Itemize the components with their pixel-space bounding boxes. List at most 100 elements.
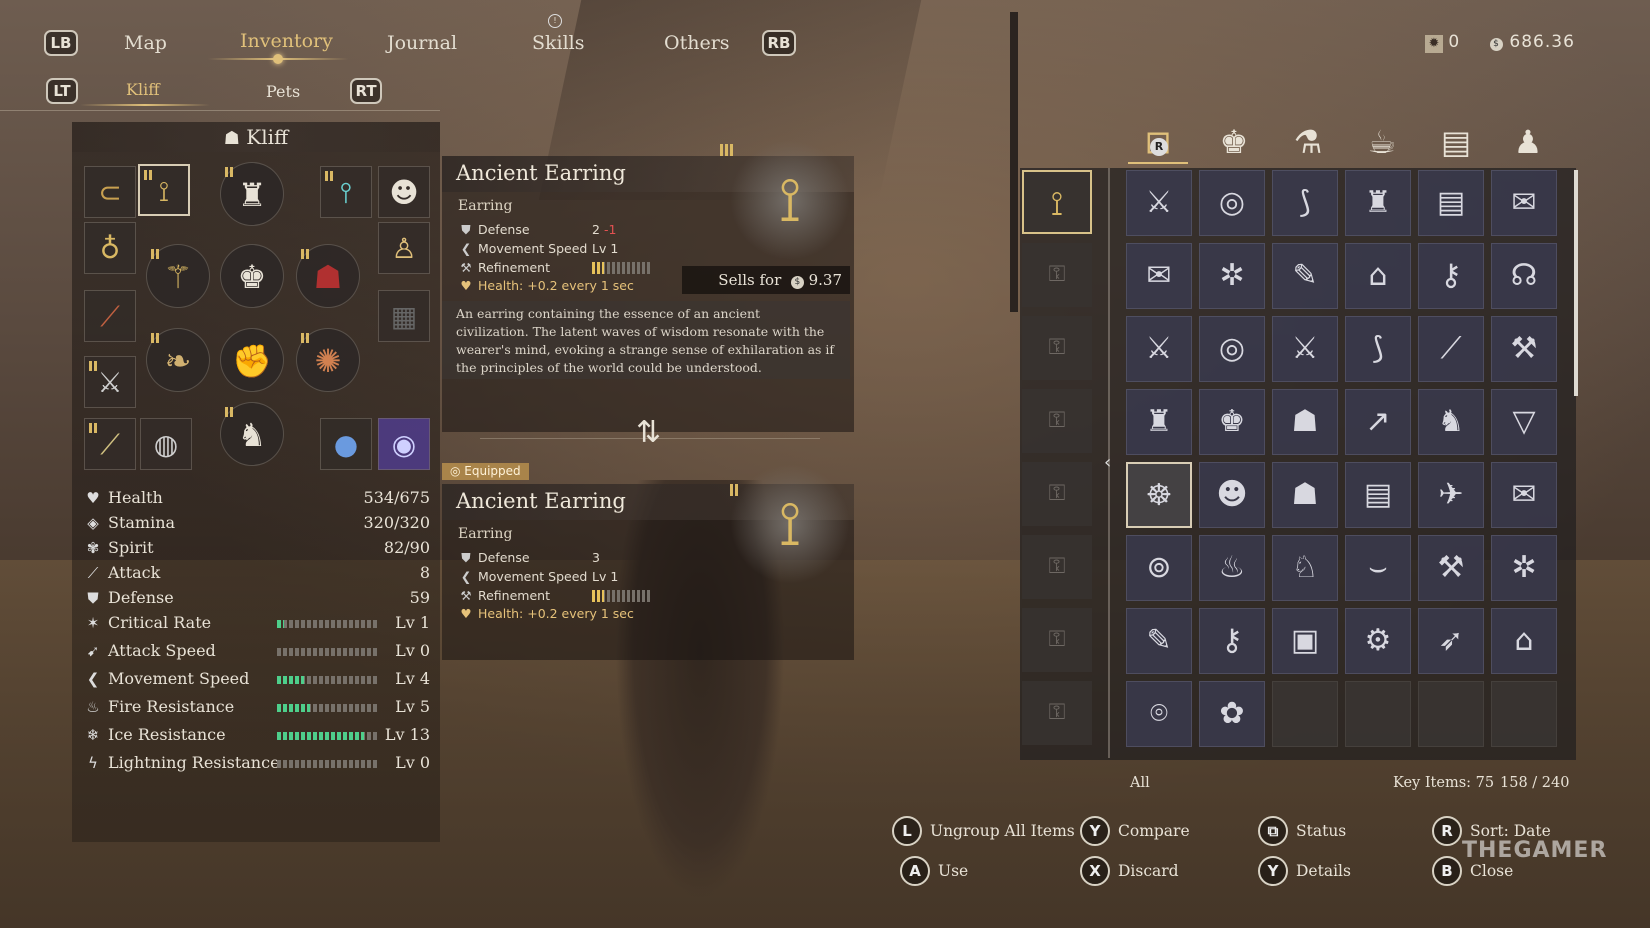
- slot-boots[interactable]: ♞: [220, 402, 284, 466]
- slot-weapon-flail[interactable]: ⚚: [146, 244, 210, 308]
- inventory-item-slot[interactable]: ☊: [1491, 243, 1557, 309]
- inventory-item-slot[interactable]: ⚙: [1345, 608, 1411, 674]
- quick-slot-earring[interactable]: ⟟: [1022, 170, 1092, 234]
- inventory-item-slot[interactable]: ✲: [1199, 243, 1265, 309]
- inventory-item-slot[interactable]: ☗: [1272, 389, 1338, 455]
- slot-bracelet[interactable]: ◉: [378, 418, 430, 470]
- inventory-item-slot[interactable]: ➶: [1418, 608, 1484, 674]
- slot-circlet[interactable]: ⊂: [84, 166, 136, 218]
- slot-helmet[interactable]: ♜: [220, 162, 284, 226]
- slot-earring-2[interactable]: ⫯: [320, 166, 372, 218]
- inventory-item-slot[interactable]: ✎: [1126, 608, 1192, 674]
- inventory-item-slot[interactable]: ⟆: [1345, 316, 1411, 382]
- rb-button[interactable]: RB: [762, 30, 796, 56]
- inventory-item-slot[interactable]: ✲: [1491, 535, 1557, 601]
- inventory-item-slot[interactable]: ✎: [1272, 243, 1338, 309]
- tab-others[interactable]: Others: [664, 32, 730, 54]
- inventory-item-slot[interactable]: ◎: [1199, 316, 1265, 382]
- inventory-item-slot[interactable]: ♜: [1345, 170, 1411, 236]
- slot-orb[interactable]: ●: [320, 418, 372, 470]
- inventory-item-slot[interactable]: ✉: [1491, 462, 1557, 528]
- inventory-item-slot[interactable]: ♨: [1199, 535, 1265, 601]
- prompt-status[interactable]: Status: [1296, 822, 1346, 840]
- inventory-item-slot[interactable]: ⟋: [1418, 316, 1484, 382]
- empty-inventory-slot[interactable]: [1345, 681, 1411, 747]
- inventory-item-slot[interactable]: ⚔: [1126, 170, 1192, 236]
- prompt-compare[interactable]: Compare: [1118, 822, 1190, 840]
- tab-map[interactable]: Map: [124, 32, 167, 54]
- slot-lantern[interactable]: ♙: [378, 222, 430, 274]
- inventory-item-slot[interactable]: ☻: [1199, 462, 1265, 528]
- inventory-item-slot[interactable]: ✿: [1199, 681, 1265, 747]
- use-button-glyph[interactable]: A: [900, 856, 930, 886]
- inventory-item-slot[interactable]: ⚷: [1418, 243, 1484, 309]
- sort-date-button-glyph[interactable]: R: [1432, 816, 1462, 846]
- inventory-item-slot[interactable]: ↗: [1345, 389, 1411, 455]
- inventory-item-slot[interactable]: ▽: [1491, 389, 1557, 455]
- category-scroll-icon[interactable]: ▤: [1434, 120, 1478, 164]
- slot-ring[interactable]: ◍: [140, 418, 192, 470]
- tab-inventory[interactable]: Inventory: [240, 30, 333, 52]
- inventory-item-slot[interactable]: ♘: [1272, 535, 1338, 601]
- inventory-item-slot[interactable]: ⚷: [1199, 608, 1265, 674]
- prompt-use[interactable]: Use: [938, 862, 968, 880]
- inventory-item-slot[interactable]: ⚔: [1126, 316, 1192, 382]
- inventory-item-slot[interactable]: ✉: [1126, 243, 1192, 309]
- slot-weapon-horn[interactable]: ❧: [146, 328, 210, 392]
- slot-greatsword[interactable]: ⚔: [84, 356, 136, 408]
- subtab-kliff[interactable]: Kliff: [126, 80, 160, 99]
- inventory-item-slot[interactable]: ⌾: [1126, 681, 1192, 747]
- details-button-glyph[interactable]: Y: [1258, 856, 1288, 886]
- slot-gauntlet[interactable]: ✊: [220, 328, 284, 392]
- slot-shield[interactable]: ✺: [296, 328, 360, 392]
- locked-slot[interactable]: ⚿: [1022, 389, 1092, 453]
- inventory-item-slot[interactable]: ▣: [1272, 608, 1338, 674]
- inventory-item-slot[interactable]: ⊚: [1126, 535, 1192, 601]
- locked-slot[interactable]: ⚿: [1022, 535, 1092, 599]
- slot-empty[interactable]: ▦: [378, 290, 430, 342]
- category-armor-icon[interactable]: ♚: [1212, 120, 1256, 164]
- category-potion-icon[interactable]: ⚗: [1286, 120, 1330, 164]
- inventory-item-slot[interactable]: ⌂: [1345, 243, 1411, 309]
- inventory-item-slot[interactable]: ⟆: [1272, 170, 1338, 236]
- empty-inventory-slot[interactable]: [1272, 681, 1338, 747]
- inventory-item-slot[interactable]: ⚔: [1272, 316, 1338, 382]
- inventory-item-slot[interactable]: ☗: [1272, 462, 1338, 528]
- locked-slot[interactable]: ⚿: [1022, 316, 1092, 380]
- category-sack-icon[interactable]: ♟: [1506, 120, 1550, 164]
- inventory-item-slot[interactable]: ▤: [1345, 462, 1411, 528]
- locked-slot[interactable]: ⚿: [1022, 462, 1092, 526]
- inventory-item-slot[interactable]: ⚒: [1491, 316, 1557, 382]
- tab-skills[interactable]: Skills: [532, 32, 585, 54]
- empty-inventory-slot[interactable]: [1491, 681, 1557, 747]
- inventory-item-slot[interactable]: ⚒: [1418, 535, 1484, 601]
- inventory-item-slot[interactable]: ☸: [1126, 462, 1192, 528]
- slot-spear[interactable]: ⟋: [84, 290, 136, 342]
- prompt-close[interactable]: Close: [1470, 862, 1513, 880]
- inventory-item-slot[interactable]: ✈: [1418, 462, 1484, 528]
- slot-cloak[interactable]: ☗: [296, 244, 360, 308]
- inventory-scrollbar[interactable]: [1574, 170, 1578, 396]
- slot-armor[interactable]: ♚: [220, 244, 284, 308]
- slot-earring-selected[interactable]: ⟟: [138, 164, 190, 216]
- inventory-item-slot[interactable]: ⌂: [1491, 608, 1557, 674]
- compare-button-glyph[interactable]: Y: [1080, 816, 1110, 846]
- slot-necklace[interactable]: ♁: [84, 222, 136, 274]
- slot-mask[interactable]: ☻: [378, 166, 430, 218]
- category-cooking-icon[interactable]: ☕: [1360, 120, 1404, 164]
- lt-button[interactable]: LT: [46, 78, 78, 104]
- inventory-item-slot[interactable]: ◎: [1199, 170, 1265, 236]
- locked-slot[interactable]: ⚿: [1022, 243, 1092, 307]
- discard-button-glyph[interactable]: X: [1080, 856, 1110, 886]
- ungroup-all-items-button-glyph[interactable]: L: [892, 816, 922, 846]
- rt-button[interactable]: RT: [350, 78, 382, 104]
- prompt-discard[interactable]: Discard: [1118, 862, 1179, 880]
- inventory-item-slot[interactable]: ⌣: [1345, 535, 1411, 601]
- inventory-item-slot[interactable]: ▤: [1418, 170, 1484, 236]
- close-button-glyph[interactable]: B: [1432, 856, 1462, 886]
- slot-sword[interactable]: ⟋: [84, 418, 136, 470]
- inventory-item-slot[interactable]: ♜: [1126, 389, 1192, 455]
- empty-inventory-slot[interactable]: [1418, 681, 1484, 747]
- inventory-item-slot[interactable]: ♚: [1199, 389, 1265, 455]
- tab-journal[interactable]: Journal: [387, 32, 457, 54]
